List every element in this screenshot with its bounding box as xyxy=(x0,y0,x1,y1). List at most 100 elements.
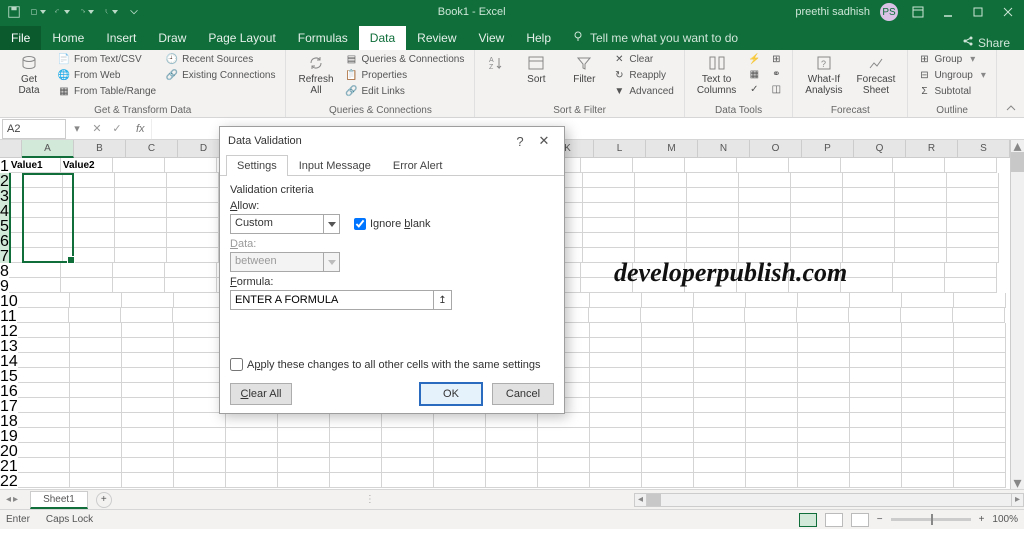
row-header[interactable]: 18 xyxy=(0,413,18,428)
cell[interactable] xyxy=(63,203,115,218)
cell[interactable] xyxy=(581,278,633,293)
cell[interactable] xyxy=(590,473,642,488)
cell[interactable] xyxy=(165,263,217,278)
cell[interactable] xyxy=(11,233,63,248)
cell[interactable] xyxy=(746,398,798,413)
tab-home[interactable]: Home xyxy=(41,26,95,50)
redo-icon[interactable] xyxy=(78,4,94,20)
cell[interactable] xyxy=(486,473,538,488)
cell[interactable] xyxy=(954,473,1006,488)
cell[interactable] xyxy=(797,308,849,323)
allow-dropdown[interactable]: Custom xyxy=(230,214,340,234)
cell[interactable] xyxy=(590,458,642,473)
formula-field[interactable]: ↥ xyxy=(230,290,452,310)
cell[interactable] xyxy=(63,218,115,233)
cell[interactable] xyxy=(954,338,1006,353)
consolidate-button[interactable]: ⊞ xyxy=(768,52,784,67)
vertical-scrollbar[interactable]: ▴ ▾ xyxy=(1010,140,1024,489)
cell[interactable] xyxy=(115,188,167,203)
user-avatar[interactable]: PS xyxy=(880,3,898,21)
cell[interactable] xyxy=(895,233,947,248)
cell[interactable] xyxy=(746,443,798,458)
row-header[interactable]: 9 xyxy=(0,278,9,293)
zoom-in-button[interactable]: + xyxy=(979,514,985,525)
recent-sources-button[interactable]: 🕘Recent Sources xyxy=(164,52,277,67)
cell[interactable] xyxy=(174,458,226,473)
horizontal-scrollbar[interactable]: ◂ ▸ xyxy=(634,493,1024,507)
scroll-up-icon[interactable]: ▴ xyxy=(1011,140,1024,152)
cell[interactable] xyxy=(902,413,954,428)
cell[interactable] xyxy=(18,443,70,458)
cell[interactable] xyxy=(850,338,902,353)
cell[interactable] xyxy=(69,308,121,323)
cell[interactable] xyxy=(581,158,633,173)
cell[interactable] xyxy=(113,158,165,173)
tab-view[interactable]: View xyxy=(468,26,516,50)
cell[interactable] xyxy=(122,443,174,458)
forecast-sheet-button[interactable]: Forecast Sheet xyxy=(853,52,900,98)
cell[interactable] xyxy=(798,353,850,368)
row-header[interactable]: 7 xyxy=(0,248,11,263)
cell[interactable] xyxy=(947,203,999,218)
cell[interactable] xyxy=(694,338,746,353)
queries-connections-button[interactable]: ▤Queries & Connections xyxy=(344,52,467,67)
share-button[interactable]: Share xyxy=(962,35,1024,50)
from-text-csv-button[interactable]: 📄From Text/CSV xyxy=(56,52,158,67)
cell[interactable] xyxy=(635,188,687,203)
cell[interactable] xyxy=(583,218,635,233)
sort-az-button[interactable]: AZ xyxy=(483,52,509,74)
cell[interactable] xyxy=(18,383,70,398)
cell[interactable] xyxy=(70,323,122,338)
cell[interactable] xyxy=(330,443,382,458)
cell[interactable] xyxy=(583,203,635,218)
cell[interactable] xyxy=(590,293,642,308)
cell[interactable] xyxy=(687,233,739,248)
autosave-icon[interactable] xyxy=(6,4,22,20)
cell[interactable] xyxy=(954,323,1006,338)
row-header[interactable]: 8 xyxy=(0,263,9,278)
cell[interactable] xyxy=(687,248,739,263)
cell[interactable] xyxy=(850,428,902,443)
cell[interactable] xyxy=(590,443,642,458)
cell[interactable] xyxy=(685,263,737,278)
cell[interactable] xyxy=(789,263,841,278)
cell[interactable] xyxy=(113,263,165,278)
tab-review[interactable]: Review xyxy=(406,26,467,50)
tab-draw[interactable]: Draw xyxy=(147,26,197,50)
subtotal-button[interactable]: ΣSubtotal xyxy=(916,84,987,99)
cell[interactable] xyxy=(538,443,590,458)
cell[interactable] xyxy=(122,368,174,383)
cell[interactable] xyxy=(167,173,219,188)
enter-formula-icon[interactable]: ✓ xyxy=(110,122,124,135)
row-header[interactable]: 11 xyxy=(0,308,17,323)
cell[interactable] xyxy=(843,233,895,248)
clear-all-button[interactable]: Clear All xyxy=(230,383,292,405)
cell[interactable] xyxy=(739,218,791,233)
cell[interactable] xyxy=(382,428,434,443)
cell[interactable] xyxy=(18,353,70,368)
cell[interactable] xyxy=(174,398,226,413)
cell[interactable] xyxy=(70,428,122,443)
cell[interactable] xyxy=(902,293,954,308)
cell[interactable] xyxy=(902,353,954,368)
cell[interactable] xyxy=(278,428,330,443)
cell[interactable] xyxy=(122,458,174,473)
cell[interactable] xyxy=(685,158,737,173)
existing-connections-button[interactable]: 🔗Existing Connections xyxy=(164,68,277,83)
cell[interactable] xyxy=(18,323,70,338)
cancel-button[interactable]: Cancel xyxy=(492,383,554,405)
cell[interactable] xyxy=(789,278,841,293)
cell[interactable] xyxy=(895,218,947,233)
get-data-button[interactable]: Get Data xyxy=(8,52,50,98)
column-header[interactable]: O xyxy=(750,140,802,158)
cell[interactable] xyxy=(18,473,70,488)
row-header[interactable]: 6 xyxy=(0,233,11,248)
row-header[interactable]: 5 xyxy=(0,218,11,233)
cell[interactable] xyxy=(694,383,746,398)
cell[interactable] xyxy=(947,188,999,203)
cell[interactable] xyxy=(687,188,739,203)
cell[interactable] xyxy=(798,293,850,308)
minimize-icon[interactable] xyxy=(938,3,958,21)
cell[interactable] xyxy=(746,428,798,443)
ignore-blank-checkbox[interactable]: Ignore blank xyxy=(354,218,431,230)
